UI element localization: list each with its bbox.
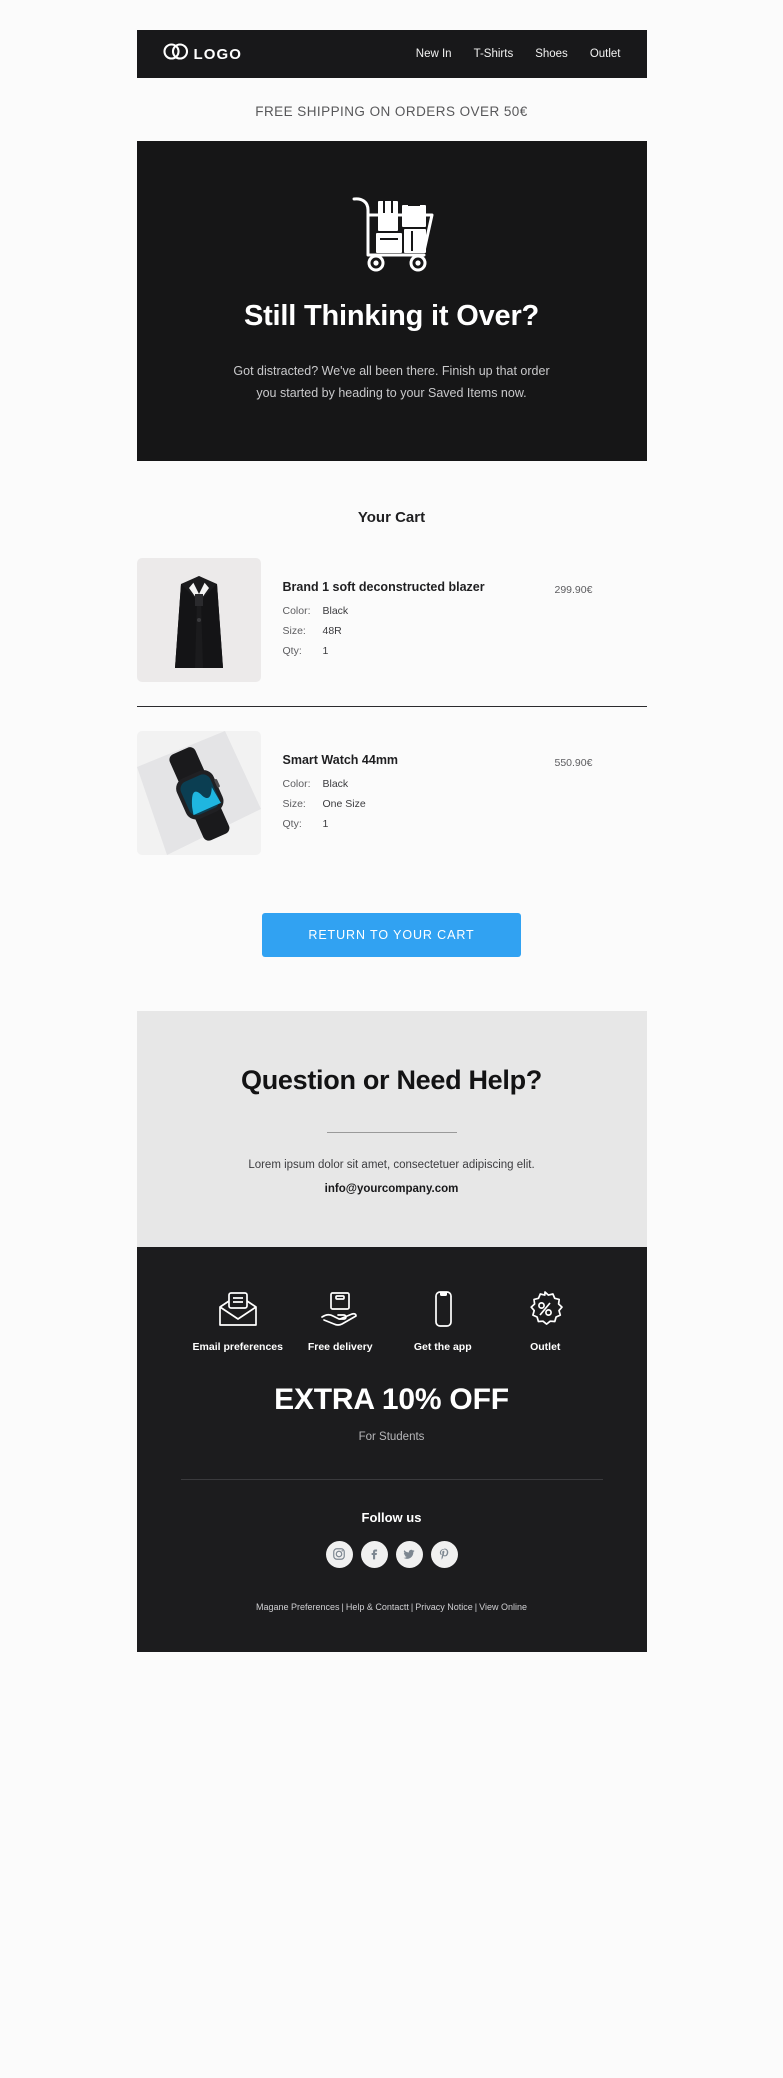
legal-link-manage-preferences[interactable]: Magane Preferences [256,1602,340,1612]
return-to-cart-button[interactable]: RETURN TO YOUR CART [262,912,521,957]
feature-label: Get the app [413,1340,472,1353]
item-details: Brand 1 soft deconstructed blazer Color:… [261,558,555,665]
size-label: Size: [282,797,306,810]
header-nav: New In T-Shirts Shoes Outlet [416,48,621,60]
twitter-icon[interactable] [395,1540,423,1568]
help-email[interactable]: info@yourcompany.com [177,1183,607,1195]
instagram-icon[interactable] [325,1540,353,1568]
footer-divider [180,1478,603,1480]
feature-free-delivery[interactable]: Free delivery [289,1291,392,1353]
email-footer: Email preferences Free delivery Get the … [136,1246,647,1652]
nav-item-t-shirts[interactable]: T-Shirts [474,48,514,60]
social-links [171,1540,613,1568]
two-overlapping-circles-icon [162,43,189,65]
shopping-trolley-with-boxes-icon [177,193,607,278]
help-section: Question or Need Help? Lorem ipsum dolor… [136,1010,647,1247]
help-title: Question or Need Help? [241,1064,542,1095]
feature-label: Free delivery [307,1340,373,1353]
hero-section: Still Thinking it Over? Got distracted? … [136,141,647,461]
hero-body-line-2: you started by heading to your Saved Ite… [256,385,527,400]
item-qty: Qty: 1 [283,645,555,657]
feature-label: Outlet [530,1340,561,1353]
promo-subtitle: For Students [358,1430,425,1443]
hero-title: Still Thinking it Over? [243,300,540,332]
legal-link-privacy-notice[interactable]: Privacy Notice [415,1602,473,1612]
cta-container: RETURN TO YOUR CART [137,865,647,1011]
feature-get-the-app[interactable]: Get the app [392,1290,495,1353]
color-label: Color: [282,604,311,617]
item-price: 550.90€ [554,756,593,769]
qty-value: 1 [322,644,329,657]
table-row: Smart Watch 44mm Color: Black Size: One … [136,725,647,865]
feature-email-preferences[interactable]: Email preferences [187,1291,290,1353]
item-name: Brand 1 soft deconstructed blazer [282,579,485,594]
feature-label: Email preferences [192,1340,283,1353]
qty-label: Qty: [282,644,302,657]
size-value: One Size [322,797,366,810]
nav-item-shoes[interactable]: Shoes [535,48,568,60]
nav-item-new-in[interactable]: New In [416,48,452,60]
item-color: Color: Black [283,605,555,617]
size-value: 48R [322,624,342,637]
mobile-phone-icon [392,1290,495,1327]
item-size: Size: 48R [283,625,555,637]
color-value: Black [322,604,349,617]
legal-link-view-online[interactable]: View Online [479,1602,527,1612]
pinterest-icon[interactable] [430,1540,458,1568]
logo[interactable]: LOGO [162,43,243,65]
qty-label: Qty: [282,817,302,830]
smart-watch-photo[interactable] [136,730,261,855]
promo-title: EXTRA 10% OFF [274,1382,509,1416]
open-envelope-icon [187,1291,290,1327]
qty-value: 1 [322,817,329,830]
black-blazer-photo[interactable] [136,557,261,682]
footer-features: Email preferences Free delivery Get the … [171,1290,613,1353]
legal-link-help-contact[interactable]: Help & Contactt [346,1602,409,1612]
percent-badge-icon [494,1290,597,1327]
item-details: Smart Watch 44mm Color: Black Size: One … [261,731,555,838]
email-body: LOGO New In T-Shirts Shoes Outlet FREE S… [0,30,783,2078]
cart-section-title: Your Cart [357,508,426,526]
hand-holding-box-icon [289,1291,392,1327]
nav-item-outlet[interactable]: Outlet [590,48,621,60]
item-size: Size: One Size [283,798,555,810]
item-divider [136,705,647,707]
free-shipping-banner: FREE SHIPPING ON ORDERS OVER 50€ [255,104,528,119]
legal-links: Magane Preferences | Help & Contactt | Priva… [171,1602,613,1612]
item-price: 299.90€ [554,583,593,596]
help-text: Lorem ipsum dolor sit amet, consectetuer… [248,1158,535,1171]
item-qty: Qty: 1 [283,818,555,830]
promo-block: EXTRA 10% OFF For Students [171,1353,613,1443]
follow-us-label: Follow us [361,1509,422,1525]
hero-body-line-1: Got distracted? We've all been there. Fi… [233,364,550,378]
color-value: Black [322,777,349,790]
help-divider [326,1131,457,1133]
hero-body: Got distracted? We've all been there. Fi… [227,361,557,405]
feature-outlet[interactable]: Outlet [494,1290,597,1353]
email-container: LOGO New In T-Shirts Shoes Outlet FREE S… [136,30,647,1652]
size-label: Size: [282,624,306,637]
facebook-icon[interactable] [360,1540,388,1568]
email-header: LOGO New In T-Shirts Shoes Outlet [136,30,647,78]
color-label: Color: [282,777,311,790]
logo-text: LOGO [193,45,243,63]
table-row: Brand 1 soft deconstructed blazer Color:… [136,552,647,692]
item-color: Color: Black [283,778,555,790]
item-name: Smart Watch 44mm [282,752,399,767]
